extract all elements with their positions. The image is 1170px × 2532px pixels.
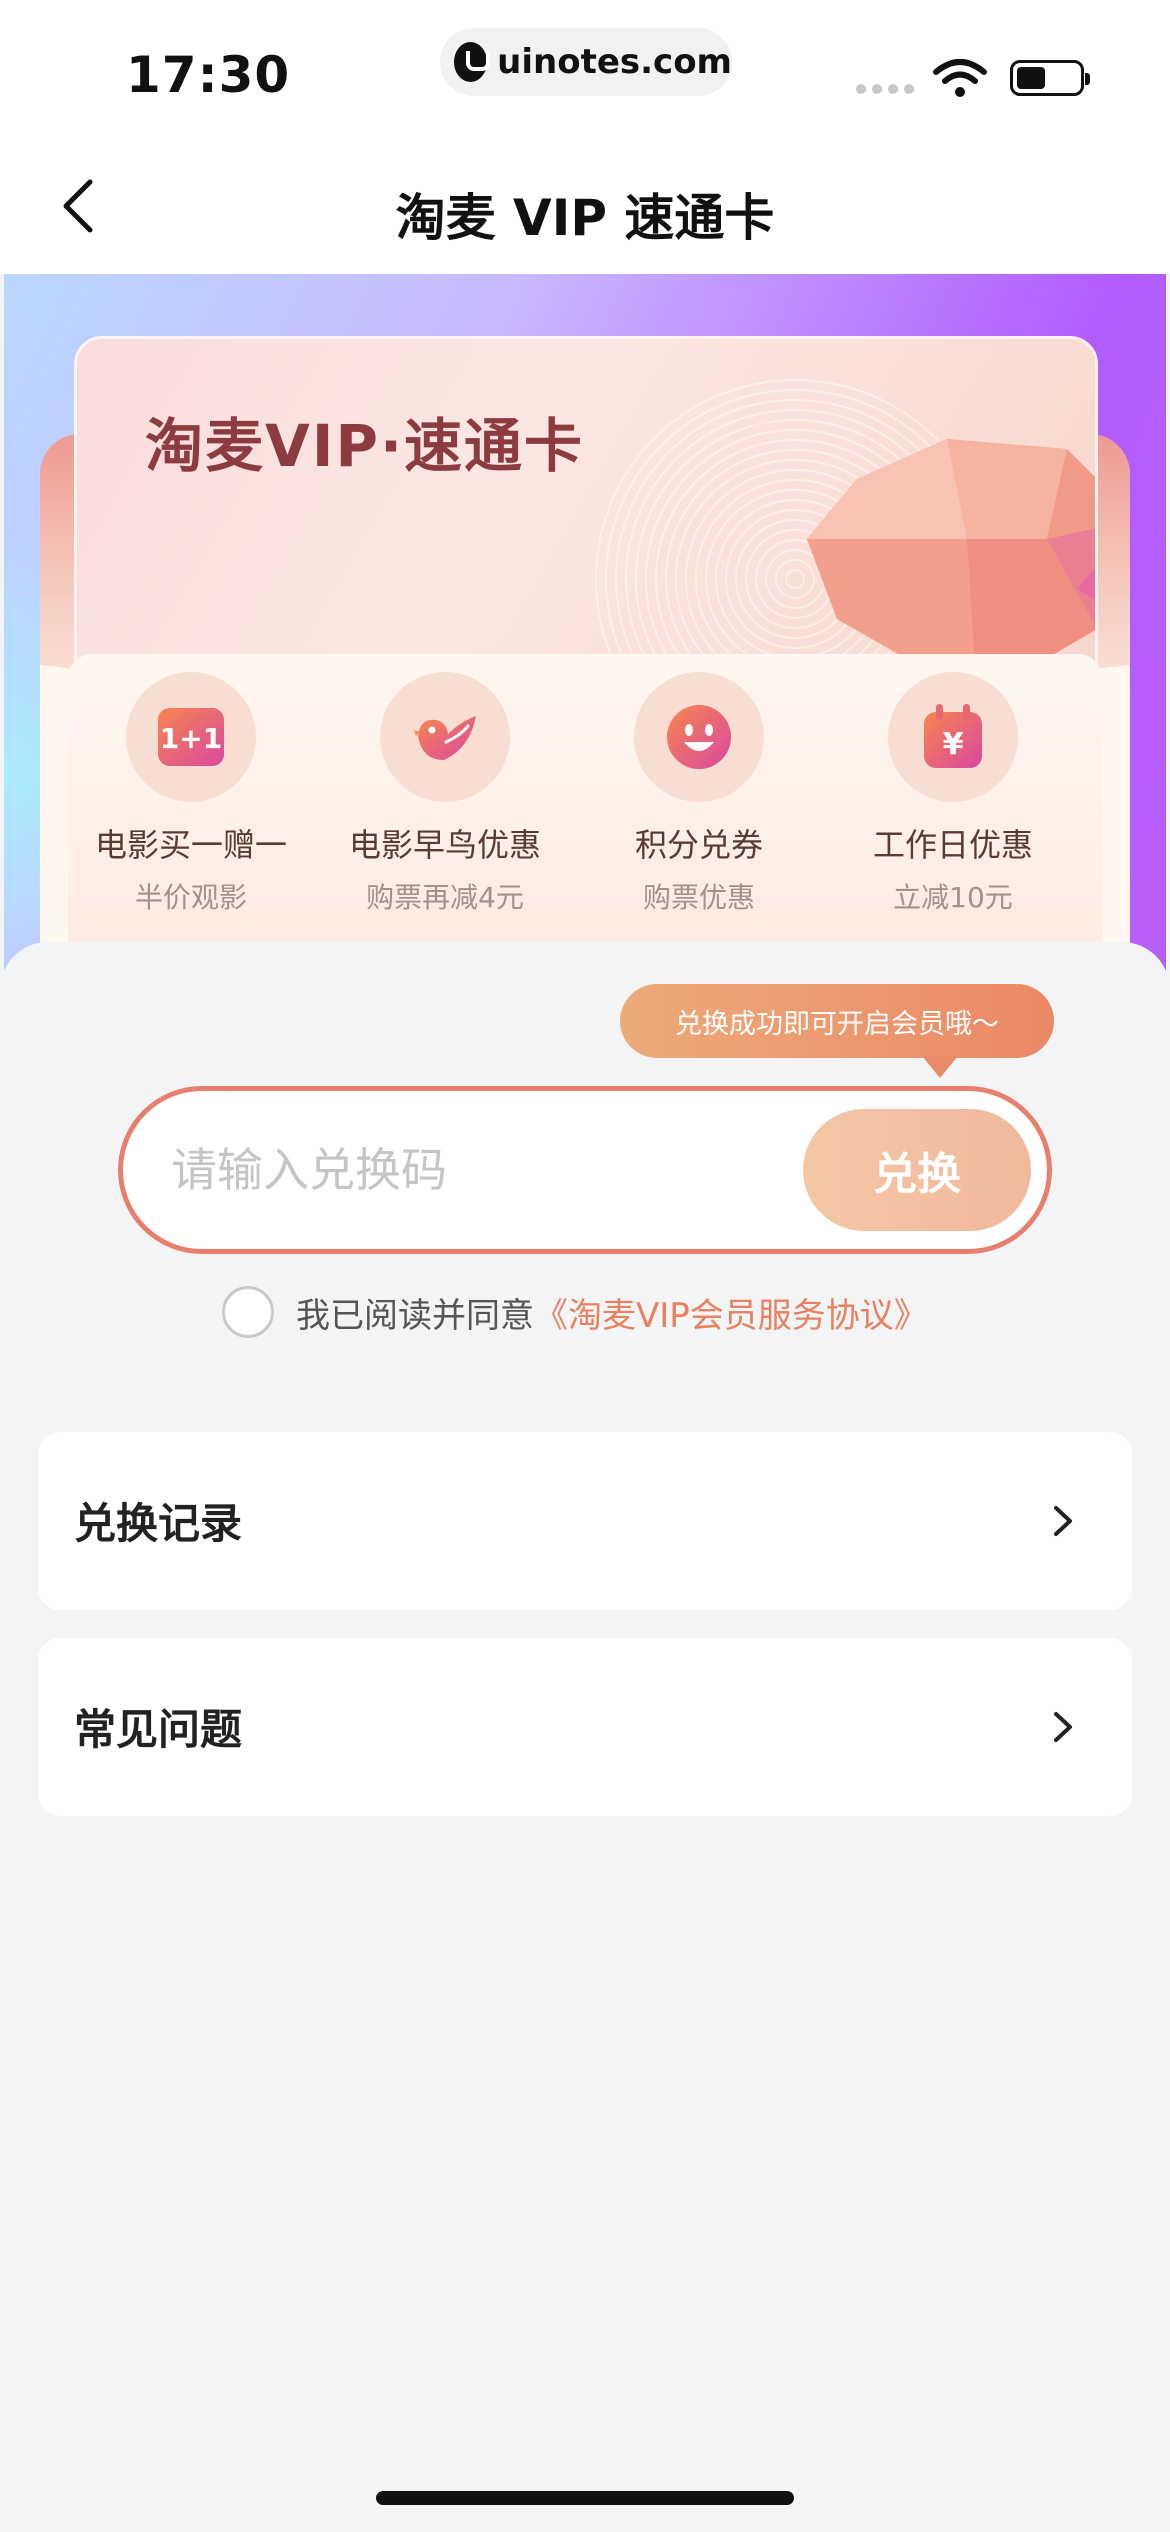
battery-icon	[1010, 60, 1090, 96]
svg-text:1+1: 1+1	[160, 722, 222, 755]
status-time: 17:30	[126, 46, 291, 104]
chevron-right-icon	[1054, 1506, 1072, 1536]
benefit-icon-circle: ¥	[888, 672, 1018, 802]
redeem-button[interactable]: 兑换	[803, 1109, 1031, 1231]
list-item-label: 常见问题	[74, 1705, 243, 1754]
site-logo-icon	[454, 42, 491, 82]
redeem-code-input[interactable]	[171, 1091, 771, 1249]
status-bar: 17:30 uinotes.com	[0, 0, 1170, 140]
benefit-title: 电影买一赠一	[94, 826, 287, 864]
benefit-icon-circle: 1+1	[126, 672, 256, 802]
benefit-item[interactable]: ¥ 工作日优惠 立减10元	[826, 672, 1080, 916]
hero-banner: 淘麦VIP·速通卡 1+1 电影买一赠一 半价观影 电影早鸟优惠 购票再减4元 …	[4, 274, 1166, 974]
svg-text:¥: ¥	[943, 727, 964, 762]
nav-bar: 淘麦 VIP 速通卡	[0, 140, 1170, 274]
home-indicator[interactable]	[376, 2491, 794, 2505]
bird-icon	[414, 716, 476, 760]
redeem-tooltip: 兑换成功即可开启会员哦～	[620, 984, 1054, 1058]
list-item-faq[interactable]: 常见问题	[38, 1638, 1132, 1816]
agreement-checkbox[interactable]	[222, 1286, 274, 1338]
url-pill[interactable]: uinotes.com	[440, 28, 732, 96]
wifi-icon	[933, 59, 987, 97]
url-text: uinotes.com	[497, 42, 732, 82]
benefit-item[interactable]: 电影早鸟优惠 购票再减4元	[318, 672, 572, 916]
signal-icon	[856, 84, 914, 94]
calendar-yen-icon: ¥	[924, 704, 982, 768]
agreement-link[interactable]: 《淘麦VIP会员服务协议》	[534, 1288, 928, 1337]
one-plus-one-icon: 1+1	[158, 708, 224, 766]
benefit-subtitle: 购票再减4元	[366, 881, 524, 914]
page-title: 淘麦 VIP 速通卡	[395, 189, 775, 247]
benefit-title: 工作日优惠	[872, 826, 1033, 864]
benefit-subtitle: 立减10元	[893, 881, 1013, 914]
redeem-code-box: 兑换	[118, 1086, 1052, 1254]
chevron-right-icon	[1054, 1712, 1072, 1742]
benefit-subtitle: 购票优惠	[642, 881, 755, 914]
smile-icon	[667, 705, 731, 769]
benefit-icon-circle	[380, 672, 510, 802]
benefit-title: 积分兑券	[634, 826, 763, 864]
benefit-title: 电影早鸟优惠	[348, 826, 541, 864]
benefit-item[interactable]: 积分兑券 购票优惠	[572, 672, 826, 916]
list-item-redeem-history[interactable]: 兑换记录	[38, 1432, 1132, 1610]
card-title: 淘麦VIP·速通卡	[145, 412, 585, 480]
list-item-label: 兑换记录	[74, 1499, 243, 1548]
benefit-icon-circle	[634, 672, 764, 802]
tooltip-arrow	[922, 1056, 958, 1078]
benefit-subtitle: 半价观影	[134, 881, 247, 914]
agreement-row: 我已阅读并同意 《淘麦VIP会员服务协议》	[222, 1286, 928, 1338]
benefit-item[interactable]: 1+1 电影买一赠一 半价观影	[64, 672, 318, 916]
agreement-text: 我已阅读并同意	[296, 1295, 534, 1336]
benefits-row: 1+1 电影买一赠一 半价观影 电影早鸟优惠 购票再减4元 积分兑券 购票优惠 …	[64, 672, 1114, 916]
